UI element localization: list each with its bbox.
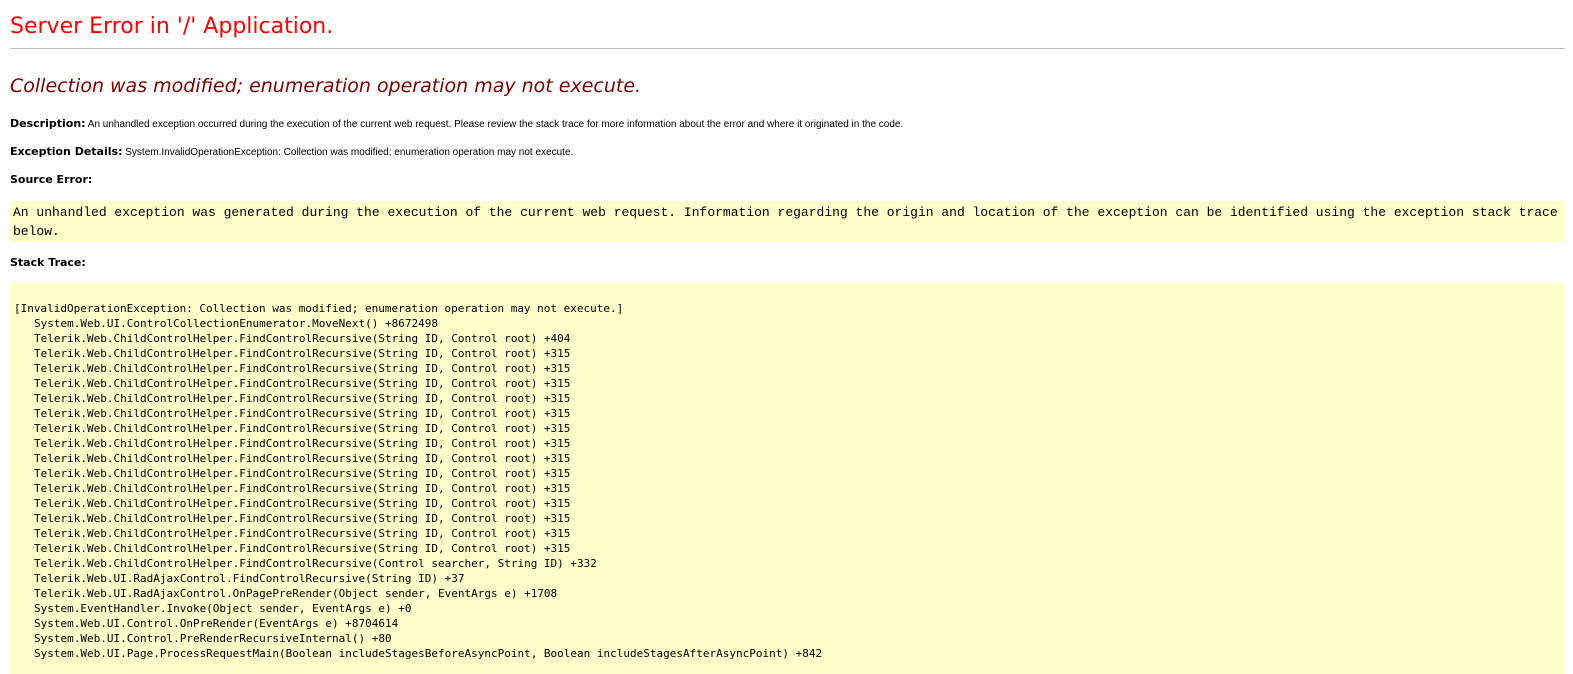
stack-trace-heading: Stack Trace: (10, 256, 86, 269)
stack-trace-frame: System.Web.UI.Control.PreRenderRecursive… (34, 632, 392, 645)
exception-details-label: Exception Details: (10, 145, 123, 158)
stack-trace-frame: Telerik.Web.UI.RadAjaxControl.OnPagePreR… (34, 587, 558, 600)
page-title: Server Error in '/' Application. (10, 14, 334, 39)
exception-details-line: Exception Details: System.InvalidOperati… (10, 145, 573, 160)
stack-trace-frame: Telerik.Web.ChildControlHelper.FindContr… (34, 557, 597, 570)
stack-trace-frame: Telerik.Web.ChildControlHelper.FindContr… (34, 542, 571, 555)
description-line: Description: An unhandled exception occu… (10, 117, 903, 132)
stack-trace-frame: Telerik.Web.ChildControlHelper.FindContr… (34, 377, 571, 390)
stack-trace-frame: Telerik.Web.ChildControlHelper.FindContr… (34, 407, 571, 420)
stack-trace-frame: Telerik.Web.UI.RadAjaxControl.FindContro… (34, 572, 465, 585)
stack-trace-frame: Telerik.Web.ChildControlHelper.FindContr… (34, 362, 571, 375)
stack-trace-frame: Telerik.Web.ChildControlHelper.FindContr… (34, 422, 571, 435)
stack-trace-frame: Telerik.Web.ChildControlHelper.FindContr… (34, 497, 571, 510)
stack-trace-frame: System.Web.UI.Control.OnPreRender(EventA… (34, 617, 399, 630)
source-error-box: An unhandled exception was generated dur… (10, 201, 1565, 242)
stack-trace-box: [InvalidOperationException: Collection w… (10, 283, 1565, 674)
source-error-text: An unhandled exception was generated dur… (13, 205, 1558, 239)
stack-trace-frame: Telerik.Web.ChildControlHelper.FindContr… (34, 467, 571, 480)
stack-trace-frame: Telerik.Web.ChildControlHelper.FindContr… (34, 527, 571, 540)
title-divider (10, 48, 1565, 49)
description-label: Description: (10, 117, 86, 130)
stack-trace-exception-line: [InvalidOperationException: Collection w… (14, 302, 624, 315)
stack-trace-frame: System.Web.UI.Page.ProcessRequestMain(Bo… (34, 647, 823, 660)
stack-trace-frame: System.Web.UI.ControlCollectionEnumerato… (34, 317, 438, 330)
stack-trace-frame: System.EventHandler.Invoke(Object sender… (34, 602, 412, 615)
stack-trace-frame: Telerik.Web.ChildControlHelper.FindContr… (34, 482, 571, 495)
description-text: An unhandled exception occurred during t… (87, 119, 904, 130)
stack-trace-frame: Telerik.Web.ChildControlHelper.FindContr… (34, 437, 571, 450)
exception-details-text: System.InvalidOperationException: Collec… (125, 147, 574, 158)
stack-trace-frame: Telerik.Web.ChildControlHelper.FindContr… (34, 392, 571, 405)
stack-trace-frame: Telerik.Web.ChildControlHelper.FindContr… (34, 347, 571, 360)
stack-trace-frame: Telerik.Web.ChildControlHelper.FindContr… (34, 452, 571, 465)
stack-trace-frame: Telerik.Web.ChildControlHelper.FindContr… (34, 512, 571, 525)
stack-trace-frame: Telerik.Web.ChildControlHelper.FindContr… (34, 332, 571, 345)
source-error-heading: Source Error: (10, 173, 93, 186)
error-message: Collection was modified; enumeration ope… (10, 75, 642, 97)
